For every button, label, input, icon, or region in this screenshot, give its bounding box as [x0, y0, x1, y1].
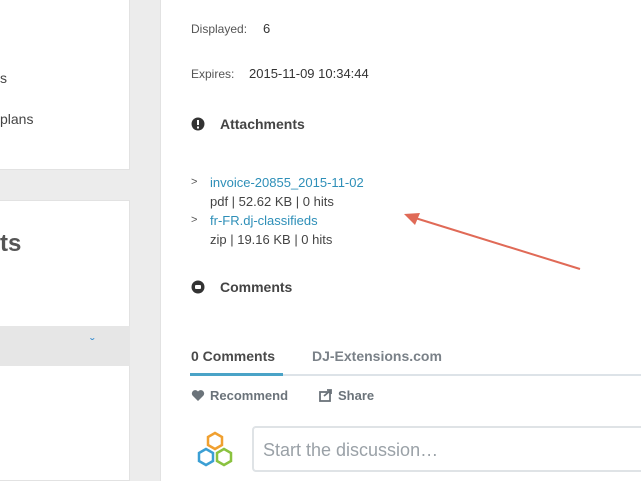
tab-comments-count[interactable]: 0 Comments [191, 348, 275, 364]
attachment-meta: pdf | 52.62 KB | 0 hits [210, 194, 334, 209]
bullet-icon: > [191, 214, 198, 226]
heart-icon[interactable] [191, 389, 205, 402]
displayed-label: Displayed: [191, 22, 248, 36]
share-icon[interactable] [319, 388, 333, 402]
attachment-link[interactable]: fr-FR.dj-classifieds [210, 213, 318, 228]
tab-community[interactable]: DJ-Extensions.com [312, 348, 442, 364]
avatar [197, 431, 233, 467]
comment-input-placeholder: Start the discussion… [263, 440, 439, 460]
tab-active-indicator [190, 373, 283, 376]
chevron-down-icon[interactable]: ˇ [90, 335, 95, 351]
recommend-button[interactable]: Recommend [210, 388, 288, 403]
sidebar-select[interactable] [0, 326, 130, 366]
annotation-arrow [404, 213, 581, 270]
sidebar-section-heading: ts [0, 230, 22, 257]
sidebar-item-partial[interactable]: s [0, 70, 7, 86]
share-button[interactable]: Share [338, 388, 374, 403]
attachment-link[interactable]: invoice-20855_2015-11-02 [210, 175, 364, 190]
displayed-value: 6 [263, 21, 271, 36]
expires-value: 2015-11-09 10:34:44 [249, 66, 369, 81]
bullet-icon: > [191, 176, 198, 188]
attachment-meta: zip | 19.16 KB | 0 hits [210, 232, 333, 247]
comments-title: Comments [220, 279, 293, 295]
sidebar-card-top [0, 0, 130, 170]
comment-icon [191, 280, 205, 294]
alert-icon [191, 117, 205, 131]
expires-label: Expires: [191, 67, 235, 81]
attachments-title: Attachments [220, 116, 305, 132]
sidebar-item-plans[interactable]: plans [0, 111, 33, 127]
